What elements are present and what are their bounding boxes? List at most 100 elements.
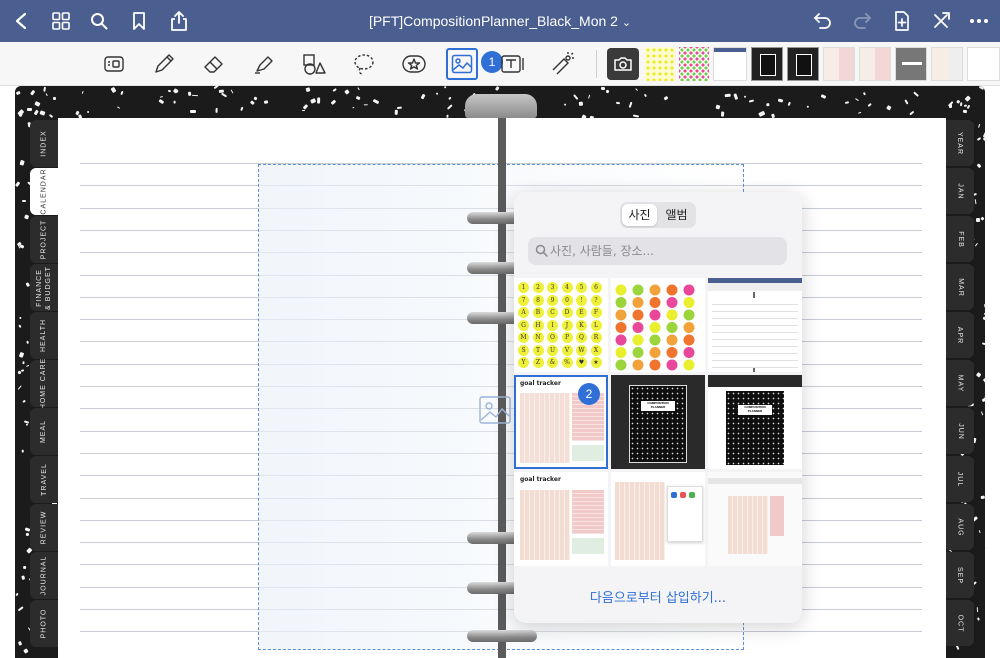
cover-speck: [765, 102, 770, 107]
eraser-icon[interactable]: [198, 48, 230, 80]
cover-speck: [351, 107, 355, 110]
image-tool-button[interactable]: [446, 48, 478, 80]
grid-icon[interactable]: [46, 6, 76, 36]
document-title[interactable]: [PFT]CompositionPlanner_Black_Mon 2 ⌄: [300, 0, 700, 42]
cover-speck: [27, 108, 33, 112]
left-tab-meal[interactable]: MEAL: [30, 408, 58, 455]
right-tab-jan[interactable]: JAN: [946, 168, 974, 214]
cover-speck: [494, 85, 500, 92]
right-tab-sep[interactable]: SEP: [946, 552, 974, 598]
left-tab-project[interactable]: PROJECT: [30, 216, 58, 263]
share-icon[interactable]: [164, 6, 194, 36]
photo-thumb-goal-tracker-2[interactable]: goal tracker: [514, 472, 608, 566]
photo-search-input[interactable]: [550, 237, 780, 265]
right-tab-year[interactable]: YEAR: [946, 120, 974, 166]
redo-icon[interactable]: [847, 6, 877, 36]
close-x-icon[interactable]: [926, 6, 956, 36]
left-tab-review[interactable]: REVIEW: [30, 504, 58, 551]
add-page-icon[interactable]: [887, 6, 917, 36]
photo-thumb-planner-page[interactable]: [708, 278, 802, 372]
sticker-letter: !: [576, 294, 587, 306]
recent-image-notebook-1[interactable]: [751, 47, 783, 81]
bookmark-icon[interactable]: [124, 6, 154, 36]
right-tab-aug[interactable]: AUG: [946, 504, 974, 550]
cover-speck: [663, 95, 669, 101]
sticker-letter: N: [532, 332, 544, 343]
photo-thumb-composition-notebook-2[interactable]: COMPOSITION PLANNER: [708, 375, 802, 469]
photo-thumb-sticker-letters[interactable]: 1 2 3 4 5 6 7 8 9 0!? A B C D E F G H I J K L M N O P Q R S T U V W X Y Z &%…: [514, 278, 608, 372]
recent-image-page-1[interactable]: [713, 47, 747, 81]
toolbar-divider: [596, 50, 597, 78]
cover-speck: [420, 93, 426, 99]
left-tab-finance-budget[interactable]: FINANCE & BUDGET: [30, 264, 58, 311]
keyboard-icon[interactable]: [98, 48, 130, 80]
cover-speck: [190, 109, 197, 113]
tab-albums[interactable]: 앨범: [659, 204, 694, 226]
cover-speck: [120, 91, 125, 96]
search-icon[interactable]: [84, 6, 114, 36]
highlighter-icon[interactable]: [248, 48, 280, 80]
sticker-letter: S: [518, 344, 529, 356]
camera-button[interactable]: [607, 48, 639, 80]
recent-image-tracker-1[interactable]: [823, 47, 855, 81]
recent-image-notebook-2[interactable]: [787, 47, 819, 81]
right-tab-mar[interactable]: MAR: [946, 264, 974, 310]
photo-thumb-goal-tracker-share[interactable]: [708, 472, 802, 566]
cover-speck: [30, 89, 36, 96]
top-navigation-bar: [PFT]CompositionPlanner_Black_Mon 2 ⌄: [0, 0, 1000, 42]
sticker-icon[interactable]: [398, 48, 430, 80]
recent-image-stickers-color[interactable]: [679, 47, 709, 81]
laser-pointer-icon[interactable]: [546, 48, 578, 80]
shapes-icon[interactable]: [298, 48, 330, 80]
image-icon: [451, 54, 473, 74]
right-tab-feb[interactable]: FEB: [946, 216, 974, 262]
right-tab-apr[interactable]: APR: [946, 312, 974, 358]
smiley-sticker: [666, 309, 678, 321]
right-tab-jun[interactable]: JUN: [946, 408, 974, 454]
sticker-letter: C: [547, 307, 558, 318]
photo-thumb-goal-tracker-menu[interactable]: [611, 472, 705, 566]
smiley-sticker: [666, 284, 678, 296]
back-icon[interactable]: [6, 6, 36, 36]
recent-image-tracker-3[interactable]: [931, 47, 963, 81]
photo-thumb-composition-notebook-1[interactable]: COMPOSITION PLANNER: [611, 375, 705, 469]
recent-image-page-2[interactable]: [967, 47, 1000, 81]
cover-speck: [215, 107, 218, 113]
more-icon[interactable]: [964, 6, 994, 36]
smiley-sticker: [615, 359, 627, 371]
left-tab-health[interactable]: HEALTH: [30, 312, 58, 359]
left-tab-index[interactable]: INDEX: [30, 120, 58, 167]
cover-speck: [976, 218, 981, 223]
cover-speck: [448, 96, 452, 101]
binder-clip-top: [465, 94, 537, 118]
sticker-letter: G: [518, 319, 529, 331]
right-tab-oct[interactable]: OCT: [946, 600, 974, 646]
left-tab-photo[interactable]: PHOTO: [30, 600, 58, 647]
right-tab-may[interactable]: MAY: [946, 360, 974, 406]
left-tab-journal[interactable]: JOURNAL: [30, 552, 58, 599]
recent-image-gray[interactable]: [895, 47, 927, 81]
pen-icon[interactable]: [148, 48, 180, 80]
right-tab-jul[interactable]: JUL: [946, 456, 974, 502]
cover-speck: [721, 111, 724, 118]
cover-speck: [357, 87, 360, 91]
lasso-icon[interactable]: [348, 48, 380, 80]
cover-speck: [983, 312, 987, 316]
left-tab-calendar[interactable]: CALENDAR: [30, 168, 58, 215]
cover-speck: [160, 95, 164, 98]
smiley-sticker: [649, 309, 661, 321]
text-icon[interactable]: [497, 48, 529, 80]
recent-image-tracker-2[interactable]: [859, 47, 891, 81]
insert-from-button[interactable]: 다음으로부터 삽입하기...: [514, 584, 802, 614]
cover-speck: [172, 88, 178, 94]
left-tab-travel[interactable]: TRAVEL: [30, 456, 58, 503]
undo-icon[interactable]: [808, 6, 838, 36]
goal-tracker-thumb-title-2: goal tracker: [520, 476, 561, 483]
right-tab-label: YEAR: [956, 131, 964, 155]
recent-image-stickers-yellow[interactable]: [645, 47, 675, 81]
photo-thumb-sticker-smileys[interactable]: [611, 278, 705, 372]
tab-photos[interactable]: 사진: [622, 204, 657, 226]
smiley-sticker: [632, 334, 644, 346]
sticker-letter: W: [576, 344, 587, 356]
left-tab-home-care[interactable]: HOME CARE: [30, 358, 58, 409]
